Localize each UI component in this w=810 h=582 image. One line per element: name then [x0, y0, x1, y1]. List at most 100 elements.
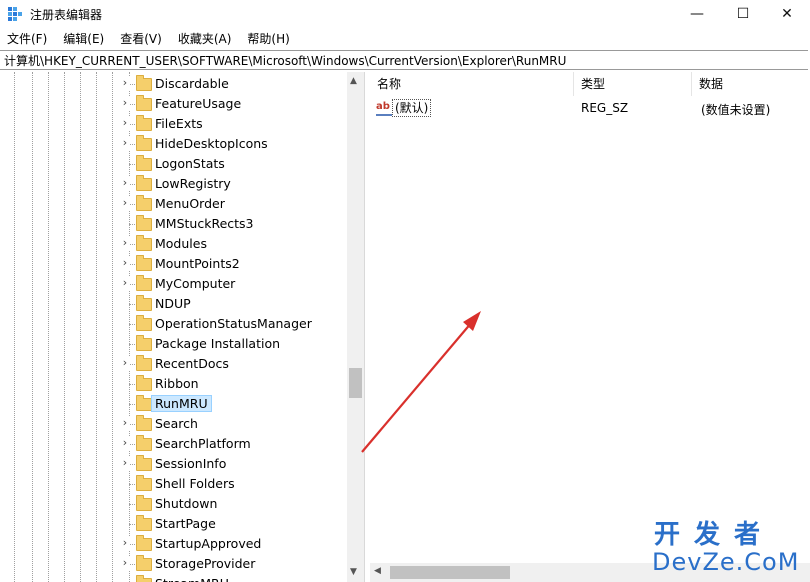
- tree-item-label: Modules: [155, 236, 207, 251]
- value-row[interactable]: ab (默认) REG_SZ (数值未设置): [370, 97, 810, 119]
- value-data: (数值未设置): [701, 103, 771, 117]
- watermark-top-text: 开发者: [654, 520, 775, 550]
- column-header-name[interactable]: 名称: [370, 72, 574, 96]
- folder-icon: [136, 415, 152, 431]
- tree-item[interactable]: OperationStatusManager: [0, 314, 345, 334]
- values-list: 名称 类型 数据 ab (默认) REG_SZ (数值未设置) ◀: [370, 72, 810, 582]
- tree-item[interactable]: › LowRegistry: [0, 174, 345, 194]
- folder-icon: [136, 255, 152, 271]
- tree-item[interactable]: Shell Folders: [0, 474, 345, 494]
- tree-item-label: RecentDocs: [155, 356, 229, 371]
- chevron-right-icon[interactable]: ›: [120, 356, 130, 370]
- tree-item[interactable]: StartPage: [0, 514, 345, 534]
- tree-connector-line: [129, 384, 135, 385]
- tree-item[interactable]: LogonStats: [0, 154, 345, 174]
- folder-icon: [136, 395, 152, 411]
- chevron-right-icon[interactable]: ›: [120, 176, 130, 190]
- tree-item[interactable]: Ribbon: [0, 374, 345, 394]
- tree-item-label: Search: [155, 416, 198, 431]
- tree-item[interactable]: › MyComputer: [0, 274, 345, 294]
- tree-item[interactable]: › MountPoints2: [0, 254, 345, 274]
- tree-item[interactable]: StreamMRU: [0, 574, 345, 582]
- tree-connector-line: [129, 324, 135, 325]
- tree-item[interactable]: Shutdown: [0, 494, 345, 514]
- tree-item-label: StorageProvider: [155, 556, 256, 571]
- tree-item-label: FileExts: [155, 116, 203, 131]
- tree-item-label: StartPage: [155, 516, 216, 531]
- menu-help[interactable]: 帮助(H): [239, 28, 297, 50]
- scrollbar-thumb[interactable]: [390, 566, 510, 579]
- tree-connector-line: [129, 404, 135, 405]
- tree-item[interactable]: › StorageProvider: [0, 554, 345, 574]
- chevron-right-icon[interactable]: ›: [120, 236, 130, 250]
- scroll-left-arrow-icon[interactable]: ◀: [374, 566, 381, 576]
- maximize-button[interactable]: ☐: [720, 0, 766, 28]
- chevron-right-icon[interactable]: ›: [120, 416, 130, 430]
- folder-icon: [136, 295, 152, 311]
- tree-item[interactable]: Package Installation: [0, 334, 345, 354]
- scrollbar-thumb[interactable]: [349, 368, 362, 398]
- menu-edit[interactable]: 编辑(E): [55, 28, 112, 50]
- menu-favorites[interactable]: 收藏夹(A): [170, 28, 240, 50]
- tree-item[interactable]: › SessionInfo: [0, 454, 345, 474]
- registry-editor-icon: [8, 7, 22, 21]
- folder-icon: [136, 115, 152, 131]
- watermark: 开发者 DevZe.CoM: [640, 510, 810, 582]
- chevron-right-icon[interactable]: ›: [120, 196, 130, 210]
- folder-icon: [136, 555, 152, 571]
- chevron-right-icon[interactable]: ›: [120, 436, 130, 450]
- tree-item-label: RunMRU: [151, 395, 212, 412]
- close-button[interactable]: ✕: [764, 0, 810, 28]
- tree-vertical-scrollbar[interactable]: ▲ ▼: [347, 72, 364, 582]
- tree-item[interactable]: MMStuckRects3: [0, 214, 345, 234]
- tree-item[interactable]: › MenuOrder: [0, 194, 345, 214]
- scroll-up-arrow-icon[interactable]: ▲: [350, 76, 357, 86]
- folder-icon: [136, 475, 152, 491]
- scroll-down-arrow-icon[interactable]: ▼: [350, 567, 357, 577]
- tree-item[interactable]: › HideDesktopIcons: [0, 134, 345, 154]
- tree-item[interactable]: › RecentDocs: [0, 354, 345, 374]
- menu-view[interactable]: 查看(V): [112, 28, 170, 50]
- tree-item-label: Package Installation: [155, 336, 281, 351]
- tree-item-label: StreamMRU: [155, 576, 229, 582]
- tree-connector-line: [129, 484, 135, 485]
- tree-item[interactable]: › FileExts: [0, 114, 345, 134]
- folder-icon: [136, 195, 152, 211]
- chevron-right-icon[interactable]: ›: [120, 136, 130, 150]
- folder-icon: [136, 535, 152, 551]
- folder-icon: [136, 575, 152, 582]
- tree-item[interactable]: › FeatureUsage: [0, 94, 345, 114]
- folder-icon: [136, 455, 152, 471]
- tree-item-label: MountPoints2: [155, 256, 240, 271]
- tree-item-label: StartupApproved: [155, 536, 262, 551]
- tree-item[interactable]: › SearchPlatform: [0, 434, 345, 454]
- tree-item[interactable]: RunMRU: [0, 394, 345, 414]
- folder-icon: [136, 435, 152, 451]
- column-header-data[interactable]: 数据: [692, 72, 810, 96]
- tree-connector-line: [129, 344, 135, 345]
- string-value-icon: ab: [376, 100, 392, 116]
- chevron-right-icon[interactable]: ›: [120, 76, 130, 90]
- folder-icon: [136, 175, 152, 191]
- address-bar[interactable]: 计算机\HKEY_CURRENT_USER\SOFTWARE\Microsoft…: [0, 50, 808, 70]
- chevron-right-icon[interactable]: ›: [120, 116, 130, 130]
- chevron-right-icon[interactable]: ›: [120, 256, 130, 270]
- tree-item-label: HideDesktopIcons: [155, 136, 268, 151]
- tree-item-label: SearchPlatform: [155, 436, 251, 451]
- column-header-type[interactable]: 类型: [574, 72, 692, 96]
- tree-item-label: MyComputer: [155, 276, 236, 291]
- tree-item[interactable]: › Search: [0, 414, 345, 434]
- minimize-button[interactable]: —: [674, 0, 720, 28]
- folder-icon: [136, 335, 152, 351]
- window-title: 注册表编辑器: [30, 8, 103, 22]
- menu-file[interactable]: 文件(F): [0, 28, 55, 50]
- chevron-right-icon[interactable]: ›: [120, 456, 130, 470]
- chevron-right-icon[interactable]: ›: [120, 276, 130, 290]
- chevron-right-icon[interactable]: ›: [120, 96, 130, 110]
- chevron-right-icon[interactable]: ›: [120, 536, 130, 550]
- tree-item[interactable]: › StartupApproved: [0, 534, 345, 554]
- tree-item[interactable]: › Discardable: [0, 74, 345, 94]
- tree-item[interactable]: › Modules: [0, 234, 345, 254]
- tree-item[interactable]: NDUP: [0, 294, 345, 314]
- chevron-right-icon[interactable]: ›: [120, 556, 130, 570]
